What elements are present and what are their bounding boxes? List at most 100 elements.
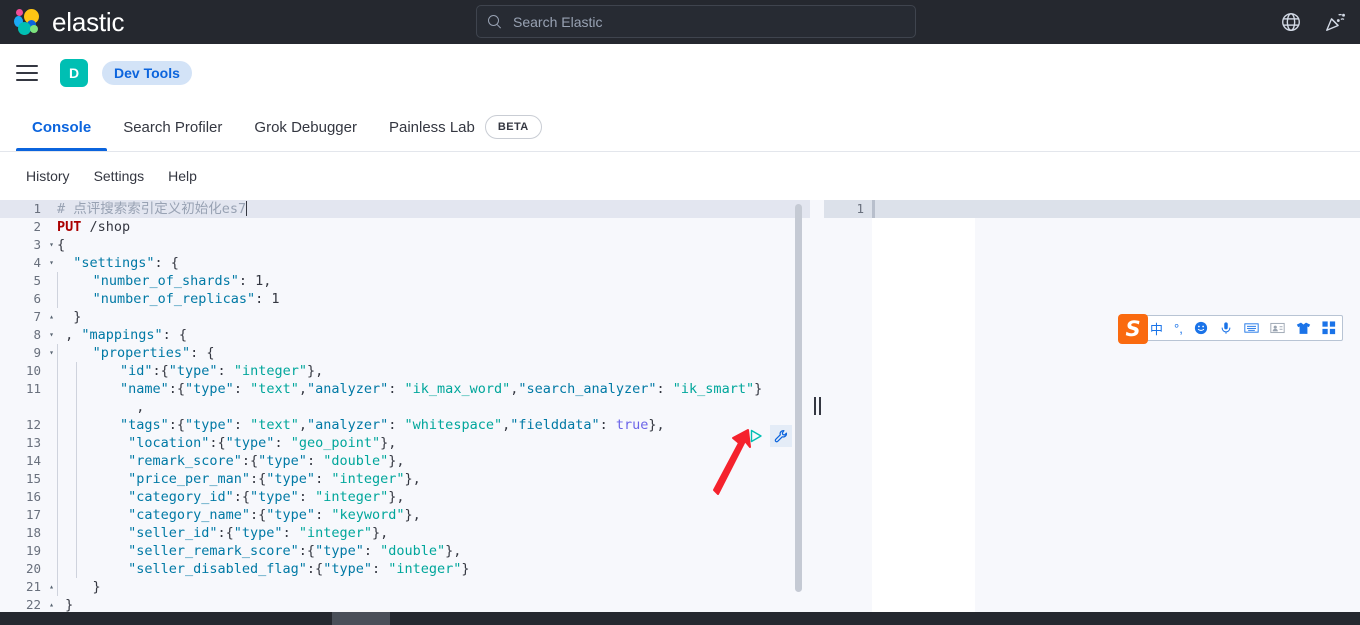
scrollbar-thumb[interactable] xyxy=(795,204,802,592)
request-editor-scrollbar[interactable] xyxy=(795,204,802,602)
code-line-number: 10 xyxy=(25,363,41,378)
code-fold-toggle[interactable]: ▾ xyxy=(46,236,57,254)
code-line[interactable]: 1 # 点评搜索索引定义初始化es7 xyxy=(0,200,810,218)
code-token-punc: : xyxy=(363,543,381,559)
code-line[interactable]: 4 ▾ "settings": { xyxy=(0,254,810,272)
code-token-punc xyxy=(96,381,120,397)
code-line[interactable]: 6 "number_of_replicas": 1 xyxy=(0,290,810,308)
code-token-punc xyxy=(96,525,129,541)
code-fold-toggle[interactable]: ▴ xyxy=(46,578,57,596)
code-token-key: "settings" xyxy=(73,255,155,271)
code-line[interactable]: 10 "id":{"type": "integer"}, xyxy=(0,362,810,380)
code-fold-toggle[interactable]: ▴ xyxy=(46,308,57,326)
code-line[interactable]: 5 "number_of_shards": 1, xyxy=(0,272,810,290)
code-token-key: "location" xyxy=(128,435,210,451)
request-code[interactable]: 1 # 点评搜索索引定义初始化es7 2 PUT /shop 3 ▾{4 ▾ "settin… xyxy=(0,200,810,612)
code-fold-toggle[interactable]: ▾ xyxy=(46,326,57,344)
code-line[interactable]: 7 ▴ } xyxy=(0,308,810,326)
code-line[interactable]: 8 ▾ , "mappings": { xyxy=(0,326,810,344)
code-token-punc: } xyxy=(76,579,101,595)
response-content[interactable] xyxy=(872,218,975,612)
code-line[interactable]: , xyxy=(0,398,810,416)
code-token-str: "ik_smart" xyxy=(672,381,755,397)
help-button[interactable]: Help xyxy=(156,168,209,184)
punctuation-mode-icon[interactable]: °, xyxy=(1174,319,1183,337)
tab-console[interactable]: Console xyxy=(16,103,108,151)
code-line[interactable]: 16 "category_id":{"type": "integer"}, xyxy=(0,488,810,506)
code-token-punc: : xyxy=(388,417,405,433)
code-token-punc: } xyxy=(754,381,763,397)
play-run-icon[interactable] xyxy=(748,428,764,444)
emoji-icon[interactable] xyxy=(1194,319,1208,337)
code-line[interactable]: 9 ▾ "properties": { xyxy=(0,344,810,362)
skin-shirt-icon[interactable] xyxy=(1296,319,1311,337)
global-search[interactable]: Search Elastic xyxy=(476,5,916,38)
indent-guide xyxy=(57,470,76,488)
request-editor-pane[interactable]: 1 # 点评搜索索引定义初始化es7 2 PUT /shop 3 ▾{4 ▾ "settin… xyxy=(0,200,810,612)
code-line-number: 20 xyxy=(25,561,41,576)
settings-button[interactable]: Settings xyxy=(82,168,157,184)
code-token-key: "number_of_replicas" xyxy=(92,291,256,307)
announcements-party-icon[interactable] xyxy=(1324,11,1346,33)
response-editor-pane[interactable]: 1 xyxy=(824,200,1360,612)
code-line[interactable]: 21 ▴ } xyxy=(0,578,810,596)
taskbar-window-item[interactable] xyxy=(332,612,390,625)
tab-search-profiler[interactable]: Search Profiler xyxy=(107,103,238,151)
code-line[interactable]: 14 "remark_score":{"type": "double"}, xyxy=(0,452,810,470)
tab-grok-debugger[interactable]: Grok Debugger xyxy=(238,103,373,151)
code-line[interactable]: 22 ▴ } xyxy=(0,596,810,612)
tab-painless-lab[interactable]: Painless Lab BETA xyxy=(373,103,558,151)
indent-guide xyxy=(76,488,95,506)
code-token-punc: }, xyxy=(445,543,462,559)
code-token-str: "double" xyxy=(323,453,389,469)
code-token-punc: : xyxy=(315,507,332,523)
tab-console-label: Console xyxy=(32,118,92,136)
elastic-brand[interactable]: elastic xyxy=(12,7,124,38)
wrench-settings-icon[interactable] xyxy=(770,425,792,447)
code-fold-toggle[interactable]: ▴ xyxy=(46,596,57,612)
code-fold-toggle[interactable]: ▾ xyxy=(46,254,57,272)
code-token-key: "type" xyxy=(323,561,372,577)
voice-input-icon[interactable] xyxy=(1219,319,1233,337)
indent-guide xyxy=(57,524,76,542)
toolbox-grid-icon[interactable] xyxy=(1322,319,1336,337)
code-token-str: "double" xyxy=(380,543,446,559)
code-line[interactable]: 3 ▾{ xyxy=(0,236,810,254)
breadcrumb-dev-tools[interactable]: Dev Tools xyxy=(102,60,192,85)
code-line-text: "seller_disabled_flag":{"type": "integer… xyxy=(96,560,470,578)
code-fold-toggle[interactable]: ▾ xyxy=(46,344,57,362)
code-token-punc xyxy=(96,489,129,505)
code-line[interactable]: 19 "seller_remark_score":{"type": "doubl… xyxy=(0,542,810,560)
code-line-text: "number_of_shards": 1, xyxy=(76,272,272,290)
indent-guide xyxy=(57,452,76,470)
hamburger-menu-icon[interactable] xyxy=(16,64,38,81)
code-line[interactable]: 18 "seller_id":{"type": "integer"}, xyxy=(0,524,810,542)
code-token-punc: } xyxy=(461,561,470,577)
code-line[interactable]: 17 "category_name":{"type": "keyword"}, xyxy=(0,506,810,524)
code-line[interactable]: 13 "location":{"type": "geo_point"}, xyxy=(0,434,810,452)
code-line[interactable]: 2 PUT /shop xyxy=(0,218,810,236)
code-line[interactable]: 20 "seller_disabled_flag":{"type": "inte… xyxy=(0,560,810,578)
sogou-ime-toolbar[interactable]: S 中 °, xyxy=(1118,314,1343,344)
soft-keyboard-icon[interactable] xyxy=(1244,319,1259,337)
code-line-number: 17 xyxy=(25,507,41,522)
code-line[interactable]: 15 "price_per_man":{"type": "integer"}, xyxy=(0,470,810,488)
user-center-icon[interactable] xyxy=(1270,319,1285,337)
code-line[interactable]: 11 "name":{"type": "text","analyzer": "i… xyxy=(0,380,810,398)
code-token-key: "type" xyxy=(315,543,364,559)
code-line[interactable]: 12 "tags":{"type": "text","analyzer": "w… xyxy=(0,416,810,434)
indent-guides xyxy=(57,488,96,506)
code-token-key: "type" xyxy=(266,507,316,523)
indent-guide xyxy=(57,578,76,596)
history-button[interactable]: History xyxy=(14,168,82,184)
code-token-key: "search_analyzer" xyxy=(518,381,657,397)
indent-guides xyxy=(57,272,76,290)
sogou-logo-icon[interactable]: S xyxy=(1118,314,1148,344)
global-search-box[interactable]: Search Elastic xyxy=(476,5,916,38)
chinese-mode-icon[interactable]: 中 xyxy=(1150,319,1163,337)
pane-resize-handle[interactable] xyxy=(810,200,824,612)
resize-grip-icon xyxy=(813,397,821,415)
code-token-punc xyxy=(57,255,73,271)
space-avatar[interactable]: D xyxy=(60,58,88,87)
help-globe-icon[interactable] xyxy=(1280,11,1302,33)
